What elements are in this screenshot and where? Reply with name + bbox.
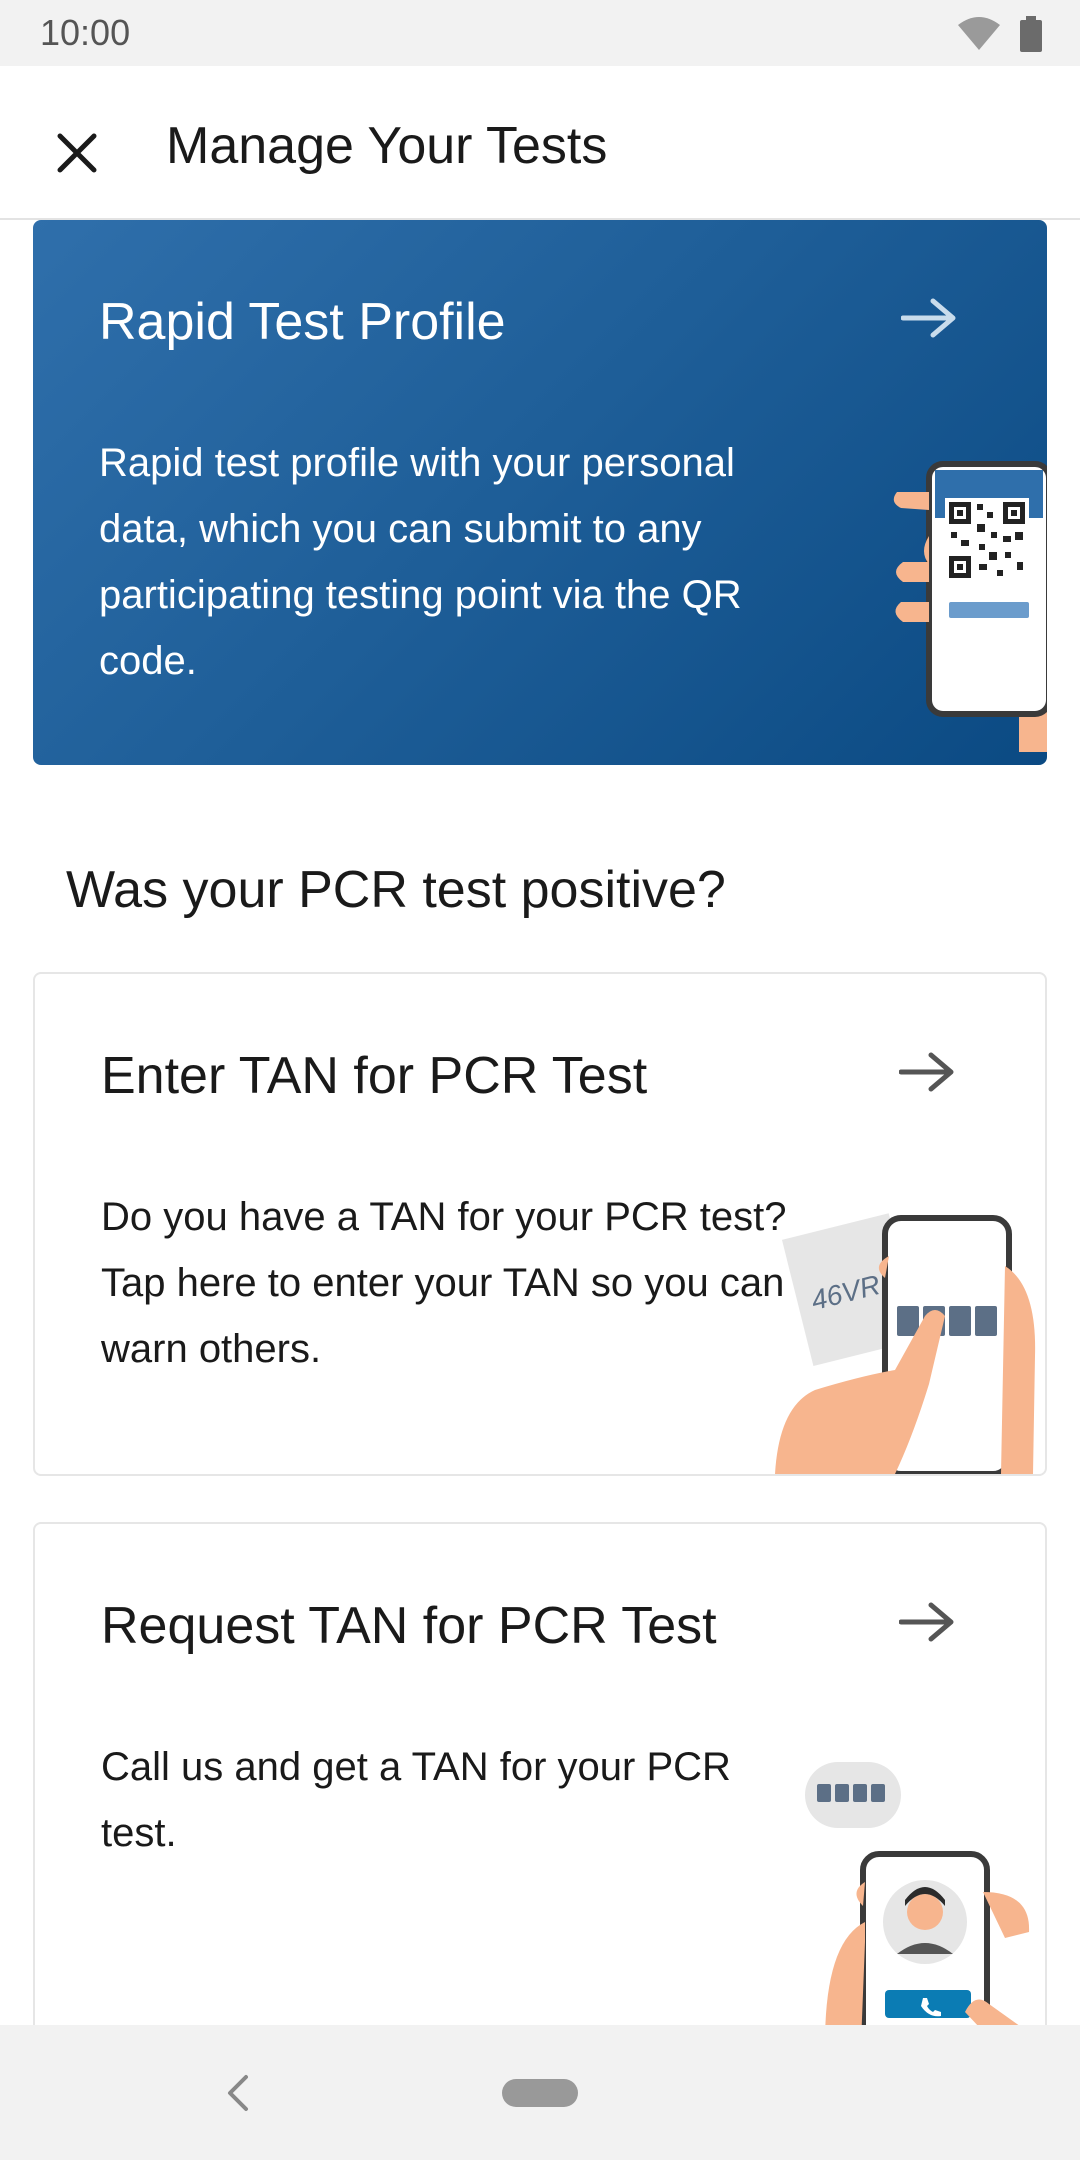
card-description: Rapid test profile with your personal da… <box>99 441 742 683</box>
enter-tan-illustration: 46VR1E8 <box>775 1213 1036 1474</box>
home-pill[interactable] <box>502 2079 578 2107</box>
close-icon <box>57 133 97 173</box>
card-title: Request TAN for PCR Test <box>101 1597 717 1655</box>
card-title: Enter TAN for PCR Test <box>101 1047 648 1105</box>
system-nav-bar <box>0 2025 1080 2160</box>
status-icons <box>958 16 1042 52</box>
arrow-right-icon <box>899 1052 954 1092</box>
arrow-right-icon <box>899 1602 954 1642</box>
rapid-test-profile-card[interactable]: Rapid Test Profile Rapid test profile wi… <box>33 220 1047 765</box>
close-button[interactable] <box>40 116 114 190</box>
phone-qr-illustration <box>893 461 1047 752</box>
back-icon[interactable] <box>218 2071 258 2115</box>
request-tan-card[interactable]: Request TAN for PCR Test Call us and get… <box>33 1522 1047 2025</box>
card-title: Rapid Test Profile <box>99 293 506 351</box>
page-title: Manage Your Tests <box>166 117 608 175</box>
call-tan-illustration <box>805 1762 1030 2025</box>
content-scroll[interactable]: Rapid Test Profile Rapid test profile wi… <box>0 220 1080 2025</box>
wifi-icon <box>958 17 1000 50</box>
enter-tan-card[interactable]: Enter TAN for PCR Test Do you have a TAN… <box>33 972 1047 1476</box>
card-description: Call us and get a TAN for your PCR test. <box>101 1745 731 1855</box>
card-description: Do you have a TAN for your PCR test? Tap… <box>101 1195 787 1371</box>
status-bar: 10:00 <box>0 0 1080 66</box>
section-heading: Was your PCR test positive? <box>66 861 726 919</box>
battery-icon <box>1020 16 1042 52</box>
app-bar: Manage Your Tests <box>0 66 1080 220</box>
status-time: 10:00 <box>40 12 131 53</box>
arrow-right-icon <box>901 298 956 338</box>
